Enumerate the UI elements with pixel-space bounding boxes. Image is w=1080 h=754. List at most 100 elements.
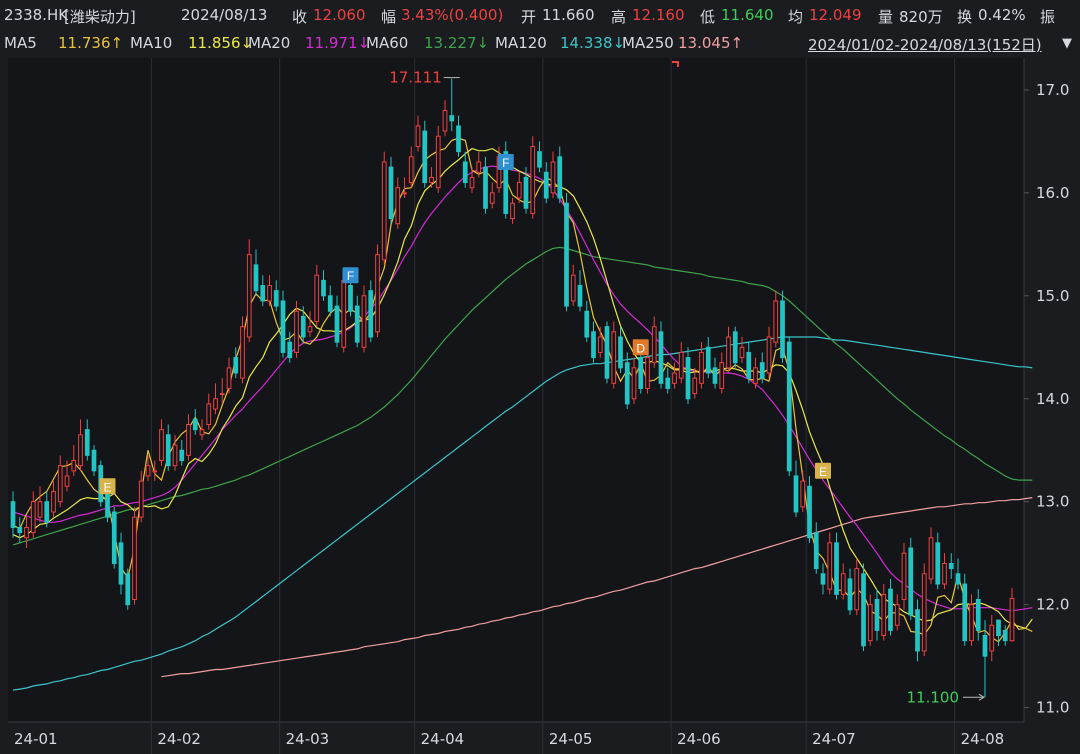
candle-body [78, 434, 83, 467]
candle-body [861, 573, 866, 647]
signal-marker-label: F [347, 269, 354, 283]
candle-body [732, 331, 738, 364]
candle-body [672, 372, 677, 384]
candle-body [557, 156, 563, 199]
candle-body [152, 470, 158, 473]
candle-body [800, 480, 806, 508]
candle-body [793, 475, 799, 513]
candle-body [685, 357, 691, 400]
x-tick-label: 24-07 [812, 730, 856, 748]
candle-body [469, 176, 475, 189]
x-tick-label: 24-08 [961, 730, 1005, 748]
candle-body [30, 501, 36, 534]
candle-body [24, 526, 29, 539]
y-tick-label: 11.0 [1036, 699, 1069, 717]
candle-body [780, 300, 785, 359]
candle-body [280, 300, 286, 353]
candle-body [422, 130, 428, 184]
candle-body [766, 336, 772, 374]
candle-body [847, 578, 853, 611]
candle-body [213, 398, 218, 410]
candle-body [935, 542, 941, 585]
candle-body [813, 532, 819, 570]
candle-body [179, 449, 185, 462]
candle-body [118, 542, 124, 585]
candle-body [786, 341, 792, 472]
candle-body [138, 480, 144, 518]
candle-body [510, 202, 515, 220]
candle-body [577, 285, 583, 307]
signal-marker-label: E [103, 480, 111, 494]
candle-body [543, 171, 549, 199]
candle-body [584, 310, 590, 338]
candle-body [91, 449, 97, 472]
candle-body [1002, 629, 1008, 642]
candle-body [51, 490, 56, 513]
y-tick-label: 17.0 [1036, 81, 1069, 99]
candle-body [327, 295, 333, 312]
candle-body [435, 135, 441, 189]
candle-body [314, 274, 320, 323]
candle-body [44, 501, 50, 523]
candle-body [206, 403, 212, 425]
candle-body [611, 331, 617, 384]
candle-body [246, 254, 252, 338]
candle-body [186, 423, 191, 456]
candle-body [273, 290, 279, 307]
candle-body [260, 285, 266, 302]
candle-body [172, 444, 178, 467]
max-price-label: 17.111 [389, 69, 442, 87]
candle-body [300, 315, 306, 338]
candle-body [523, 176, 529, 209]
candle-body [942, 562, 947, 585]
candle-body [921, 573, 927, 652]
candle-body [570, 274, 576, 302]
candle-body [962, 583, 968, 642]
candle-body [17, 526, 23, 534]
candle-body [226, 367, 232, 389]
candle-body [395, 187, 401, 225]
candle-body [705, 346, 711, 374]
candle-body [881, 593, 887, 637]
candle-body [159, 429, 164, 462]
candle-body [564, 202, 569, 307]
candle-body [834, 542, 839, 595]
candle-body [975, 598, 981, 631]
candle-body [773, 300, 779, 343]
candle-body [638, 357, 644, 389]
candle-body [233, 357, 239, 374]
candle-body [530, 146, 536, 214]
min-price-label: 11.100 [907, 688, 960, 706]
candle-body [57, 465, 63, 503]
y-tick-label: 12.0 [1036, 596, 1069, 614]
candle-body [165, 434, 171, 467]
candle-body [604, 326, 610, 379]
candle-body [145, 465, 151, 477]
candle-body [537, 151, 542, 168]
candle-body [631, 367, 637, 400]
candle-body [712, 367, 718, 384]
y-tick-label: 16.0 [1036, 184, 1069, 202]
candle-body [597, 336, 603, 353]
candle-body [10, 501, 16, 528]
candle-body [429, 176, 434, 184]
candle-body [996, 619, 1001, 637]
candle-body [719, 362, 725, 389]
candle-body [807, 485, 812, 539]
candle-body [665, 377, 671, 389]
candle-body [219, 393, 225, 396]
candle-body [955, 573, 961, 585]
candle-body [334, 305, 340, 343]
candle-body [894, 604, 900, 626]
candlestick-chart[interactable]: 24-01 24-02 24-03 24-04 24-05 24-06 24-07 24-08… [0, 0, 1080, 754]
candle-body [476, 161, 482, 173]
candle-body [294, 310, 299, 353]
candle-body [199, 429, 205, 436]
candle-body [408, 156, 414, 184]
candle-body [591, 331, 596, 359]
candle-body [618, 336, 623, 369]
candle-body [550, 161, 556, 194]
signal-marker-label: F [502, 156, 509, 170]
candle-body [678, 351, 684, 379]
candle-body [483, 166, 488, 209]
